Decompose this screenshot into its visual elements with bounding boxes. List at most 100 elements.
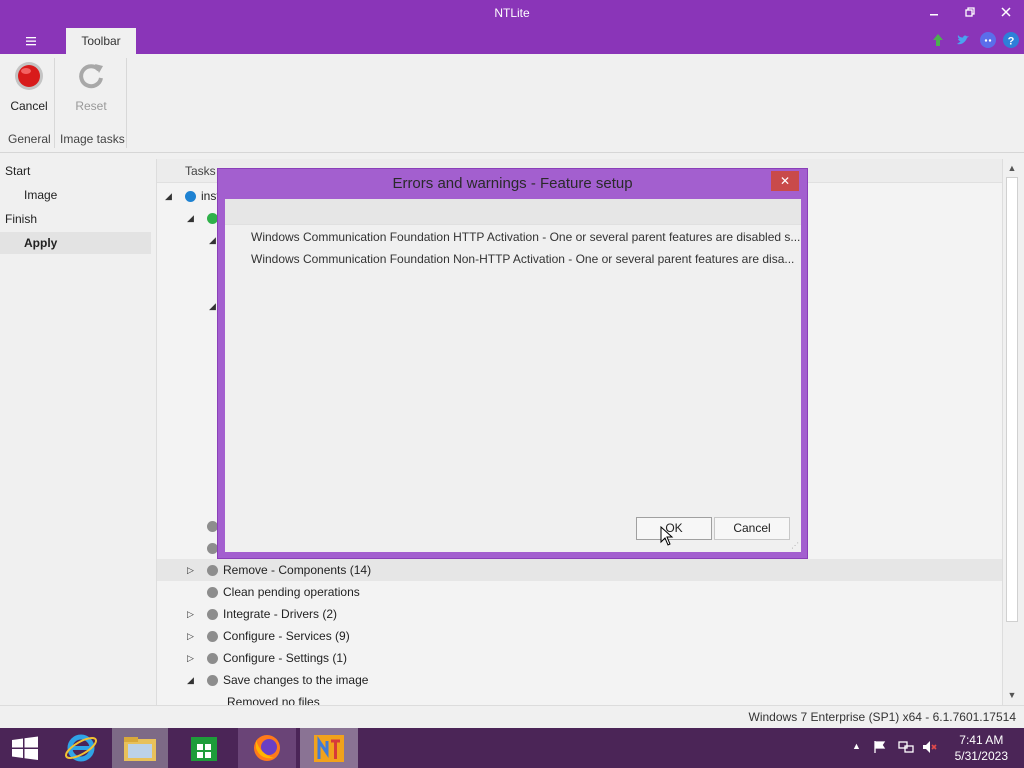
tree-row[interactable]: ▷ Integrate - Drivers (2) [157,603,1003,625]
dialog-body: Windows Communication Foundation HTTP Ac… [225,199,801,552]
list-item[interactable]: Windows Communication Foundation Non-HTT… [251,252,801,266]
close-window-button[interactable] [992,3,1020,23]
status-dot-icon [207,565,218,576]
collapse-icon[interactable]: ◢ [209,229,216,251]
twitter-button[interactable] [955,32,971,48]
tree-row[interactable]: Clean pending operations [157,581,1003,603]
store-icon [191,737,217,761]
scroll-up-icon[interactable]: ▲ [1005,161,1019,175]
help-icon: ? [1008,36,1015,48]
clock-time: 7:41 AM [959,733,1004,747]
scroll-down-icon[interactable]: ▼ [1005,688,1019,702]
resize-grip-icon[interactable]: ⋰ [791,542,799,550]
collapse-icon[interactable]: ◢ [209,295,216,317]
help-button[interactable]: ? [1003,32,1019,48]
tree-item-label: Remove - Components (14) [223,563,372,577]
cancel-task-button[interactable]: Cancel [4,60,54,113]
arrow-up-icon [933,34,943,46]
status-dot-icon [207,631,218,642]
ribbon-tab-row: Toolbar ? [0,27,1024,54]
cancel-task-label: Cancel [10,99,48,113]
twitter-icon [957,35,969,45]
collapse-icon[interactable]: ◢ [187,669,194,691]
taskbar-clock[interactable]: 7:41 AM 5/31/2023 [955,732,1008,764]
taskbar-file-explorer[interactable] [112,728,168,768]
expand-icon[interactable]: ▷ [187,603,194,625]
vertical-scrollbar[interactable]: ▲ ▼ [1002,159,1020,705]
ribbon-separator [126,58,127,148]
app-menu-button[interactable] [20,31,44,51]
discord-button[interactable] [980,32,996,48]
group-image-tasks-label: Image tasks [60,132,125,146]
dialog-close-button[interactable]: ✕ [771,171,799,191]
taskbar-firefox[interactable] [238,728,296,768]
tree-item-label: Configure - Settings (1) [223,651,348,665]
start-button[interactable] [0,728,50,768]
scroll-thumb[interactable] [1006,177,1018,622]
tray-network-icon[interactable] [898,740,914,757]
nav-image[interactable]: Image [0,184,151,206]
expand-icon[interactable]: ▷ [187,647,194,669]
tree-item-label: Integrate - Drivers (2) [223,607,338,621]
status-dot-icon [207,653,218,664]
nav-apply[interactable]: Apply [0,232,151,254]
window-title: NTLite [494,6,530,20]
expand-icon[interactable]: ▷ [187,625,194,647]
dialog-cancel-button[interactable]: Cancel [714,517,790,540]
volume-muted-icon [923,741,937,753]
clock-date: 5/31/2023 [954,749,1008,763]
dialog-title: Errors and warnings - Feature setup [392,175,633,192]
tray-flag-icon[interactable] [873,740,887,757]
collapse-icon[interactable]: ◢ [187,207,194,229]
close-icon [1001,7,1011,17]
taskbar: ▲ 7:41 AM 5/31/2023 [0,728,1024,768]
mouse-pointer-icon [660,526,674,546]
collapse-icon[interactable]: ◢ [165,185,172,207]
status-text: Windows 7 Enterprise (SP1) x64 - 6.1.760… [748,710,1016,724]
restore-icon [965,7,975,17]
network-icon [898,741,914,753]
taskbar-internet-explorer[interactable] [54,728,108,768]
discord-icon [984,39,992,42]
title-bar: NTLite [0,0,1024,27]
tree-row: Removed no files [157,691,1003,705]
taskbar-ntlite[interactable] [300,728,358,768]
refresh-icon [79,64,103,89]
ok-button[interactable]: OK [636,517,712,540]
internet-explorer-icon [64,734,98,762]
nav-finish[interactable]: Finish [0,208,151,230]
tree-item-label: Save changes to the image [223,673,369,687]
column-header-tasks: Tasks [185,164,216,178]
left-navigation: Start Image Finish Apply [0,159,151,705]
taskbar-store[interactable] [176,728,232,768]
restore-button[interactable] [956,3,984,23]
ribbon-separator [54,58,55,148]
minimize-button[interactable] [920,3,948,23]
tree-row[interactable]: ◢ Save changes to the image [157,669,1003,691]
nav-start[interactable]: Start [0,160,151,182]
tree-item-label: Configure - Services (9) [223,629,350,643]
tray-overflow-icon[interactable]: ▲ [852,741,861,751]
message-list-header [225,199,801,225]
tree-row[interactable]: ▷ Remove - Components (14) [157,559,1003,581]
reset-button[interactable]: Reset [66,60,116,113]
stop-icon [15,62,43,90]
tab-toolbar[interactable]: Toolbar [66,28,136,54]
hamburger-icon [26,37,36,46]
expand-icon[interactable]: ▷ [187,559,194,581]
tree-row[interactable]: ▷ Configure - Settings (1) [157,647,1003,669]
list-item[interactable]: Windows Communication Foundation HTTP Ac… [251,230,801,244]
ntlite-icon [314,735,344,762]
update-button[interactable] [930,32,946,48]
windows-logo-icon [12,736,38,760]
folder-icon [124,737,156,761]
tree-row[interactable]: ▷ Configure - Services (9) [157,625,1003,647]
message-list: Windows Communication Foundation HTTP Ac… [225,199,801,514]
firefox-icon [254,735,280,761]
flag-icon [874,741,886,753]
tree-item-label: Removed no files [227,695,320,705]
tray-volume-icon[interactable] [922,740,938,757]
status-dot-icon [185,191,196,202]
group-general-label: General [8,132,51,146]
errors-dialog: Errors and warnings - Feature setup ✕ Wi… [217,168,808,559]
